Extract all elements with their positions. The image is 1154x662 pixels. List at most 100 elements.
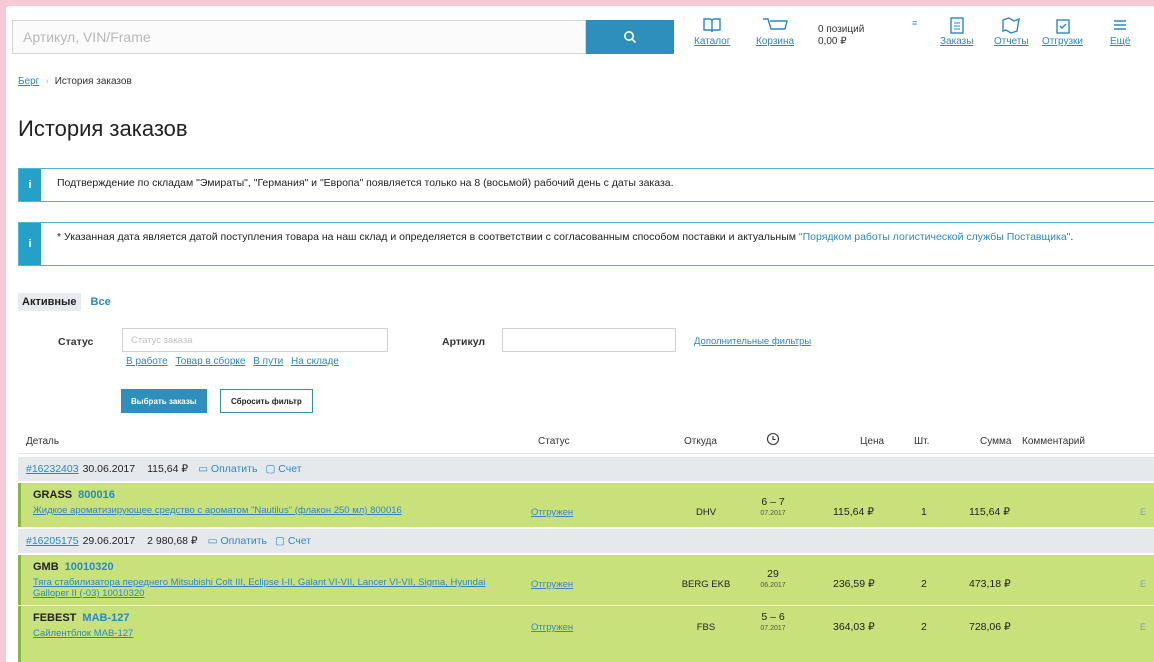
nav-more[interactable]: Ещё [1110,16,1130,47]
app-frame: Артикул, VIN/Frame Каталог Корзина 0 поз… [6,6,1154,662]
alert-text: Подтверждение по складам "Эмираты", "Гер… [57,177,674,189]
tab-active[interactable]: Активные [18,293,81,311]
quick-filter-in-transit[interactable]: В пути [253,356,283,367]
brand-name: GRASS [33,489,73,501]
logistics-rules-link[interactable]: "Порядком работы логистической службы По… [799,231,1071,243]
eta-month: 06.2017 [760,582,786,589]
article-link[interactable]: MAB-127 [82,612,129,624]
row-price: 115,64 ₽ [833,506,874,518]
nav-reports[interactable]: Отчеты [994,16,1029,47]
quick-status-filters: В работе Товар в сборке В пути На складе [126,356,344,367]
row-action-icon[interactable]: Е [1140,507,1146,517]
row-status[interactable]: Отгружен [531,622,573,633]
alert-text: * Указанная дата является датой поступле… [41,223,1089,265]
list-icon[interactable]: ≡ [912,18,918,28]
col-qty: Шт. [914,436,930,447]
cart-summary[interactable]: 0 позиций 0,00 ₽ [818,24,864,48]
col-price: Цена [860,436,885,447]
nav-more-label: Ещё [1110,36,1131,47]
order-number-link[interactable]: #16232403 [26,463,79,475]
article-filter-label: Артикул [442,336,486,348]
row-price: 236,59 ₽ [833,578,875,590]
part-description-link[interactable]: Тяга стабилизатора переднего Mitsubishi … [33,577,523,599]
breadcrumb-separator: › [45,76,49,87]
tab-all[interactable]: Все [87,293,115,311]
invoice-button[interactable]: ▢ Счет [265,463,301,475]
eta-range: 29 [767,568,779,580]
cart-sum: 0,00 ₽ [818,36,847,47]
col-detail: Деталь [26,436,60,447]
apply-filter-button[interactable]: Выбрать заказы [121,389,207,413]
nav-catalog[interactable]: Каталог [694,16,730,47]
nav-reports-label: Отчеты [994,36,1029,47]
article-filter-input[interactable] [502,328,676,352]
breadcrumb-current: История заказов [54,76,132,87]
row-status[interactable]: Отгружен [531,507,573,518]
row-qty: 2 [921,621,927,633]
pay-button[interactable]: ▭ Оплатить [198,463,257,475]
breadcrumb-root[interactable]: Берг [18,76,39,87]
alert-text-main: * Указанная дата является датой поступле… [57,231,799,243]
book-icon [703,18,721,33]
status-filter-label: Статус [58,336,94,348]
table-header: Деталь Статус Откуда Цена Шт. Сумма Комм… [18,430,1154,454]
nav-orders[interactable]: Заказы [940,16,973,47]
row-eta: 29 06.2017 [751,569,795,591]
document-icon: ▢ [265,463,279,475]
row-action-icon[interactable]: Е [1140,622,1146,632]
part-description-link[interactable]: Сайлентблок MAB-127 [33,628,523,639]
nav-shipments[interactable]: Отгрузки [1042,16,1083,47]
pay-label: Оплатить [210,463,258,475]
article-link[interactable]: 10010320 [65,561,114,573]
order-sum: 115,64 ₽ [147,463,189,475]
eta-range: 5 – 6 [761,611,785,623]
col-from: Откуда [684,436,717,447]
col-comment: Комментарий [1022,436,1085,447]
alert-text-tail: . [1070,231,1074,243]
order-sum: 2 980,68 ₽ [147,535,198,547]
info-icon: i [19,223,41,265]
clock-icon [766,432,780,449]
pay-button[interactable]: ▭ Оплатить [208,535,267,547]
row-eta: 6 – 7 07.2017 [751,497,795,519]
quick-filter-in-work[interactable]: В работе [126,356,168,367]
row-qty: 1 [921,506,927,518]
row-status[interactable]: Отгружен [531,579,573,590]
invoice-label: Счет [287,535,312,547]
quick-filter-assembly[interactable]: Товар в сборке [175,356,245,367]
status-filter-input[interactable]: Статус заказа [122,328,388,352]
row-brand: GRASS 800016 [33,489,115,501]
info-icon: i [19,169,41,201]
row-total: 115,64 ₽ [969,506,1010,518]
nav-cart[interactable]: Корзина [756,16,794,47]
part-description-link[interactable]: Жидкое ароматизирующее средство с аромат… [33,505,523,516]
row-total: 728,06 ₽ [969,621,1011,633]
order-date: 30.06.2017 [82,463,136,475]
row-brand: GMB 10010320 [33,561,114,573]
invoice-button[interactable]: ▢ Счет [275,535,311,547]
document-icon: ▢ [275,535,288,547]
eta-range: 6 – 7 [761,496,785,508]
quick-filter-in-stock[interactable]: На складе [291,356,339,367]
row-from: BERG EKB [681,579,731,590]
cart-icon [763,18,788,30]
pay-label: Оплатить [220,535,267,547]
cart-count: 0 позиций [818,24,865,35]
search-button[interactable] [586,20,674,54]
search-input[interactable]: Артикул, VIN/Frame [12,20,586,54]
top-bar: Артикул, VIN/Frame Каталог Корзина 0 поз… [6,6,1154,64]
search-icon [624,31,637,44]
more-filters-link[interactable]: Дополнительные фильтры [694,336,811,347]
order-number-link[interactable]: #16205175 [26,535,79,547]
row-action-icon[interactable]: Е [1140,579,1146,589]
nav-cart-label: Корзина [756,36,795,47]
article-link[interactable]: 800016 [78,489,115,501]
check-bag-icon [1055,19,1070,34]
page-title: История заказов [18,116,188,141]
nav-catalog-label: Каталог [694,36,731,47]
hamburger-icon [1114,20,1127,30]
reset-filter-button[interactable]: Сбросить фильтр [220,389,313,413]
row-total: 473,18 ₽ [969,578,1011,590]
order-tabs: Активные Все [18,293,115,311]
table-row: FEBEST MAB-127 Сайлентблок MAB-127 Отгруж… [18,606,1154,662]
